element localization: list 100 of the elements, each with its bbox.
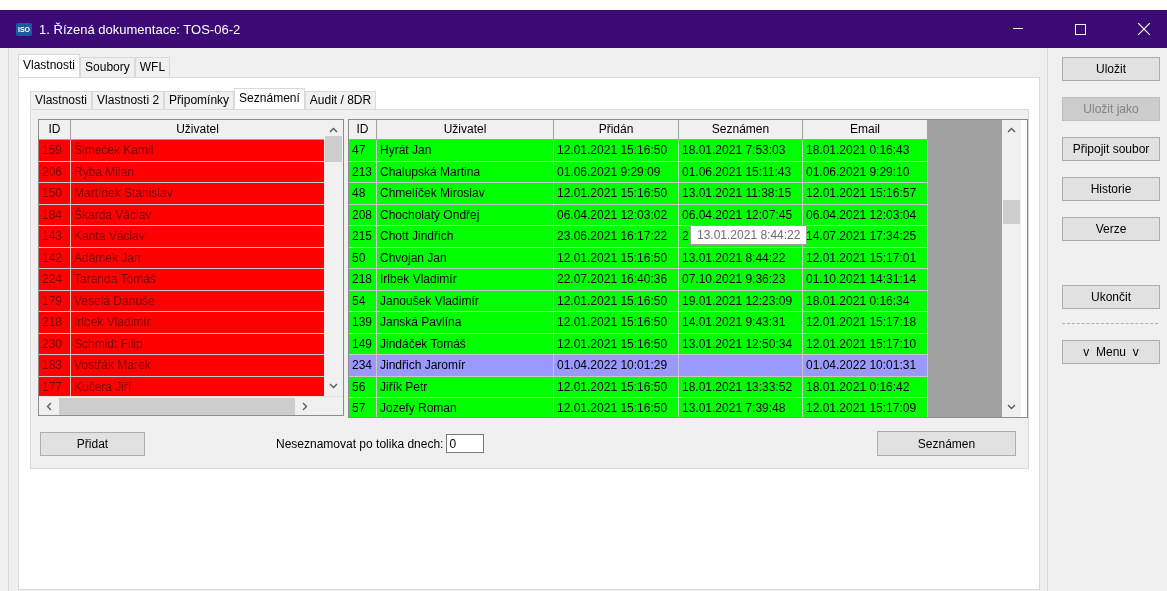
vertical-scrollbar[interactable] (324, 120, 343, 396)
scrollbar-thumb[interactable] (1003, 200, 1020, 224)
table-cell: 13.01.2021 7:39:48 (679, 398, 803, 417)
table-cell: Irlbek Vladimír (377, 269, 554, 291)
window-title: 1. Řízená dokumentace: TOS-06-2 (39, 21, 241, 37)
table-cell: 208 (349, 204, 377, 226)
table-cell: 218 (39, 312, 71, 334)
table-cell: 12.01.2021 15:16:50 (554, 183, 679, 205)
column-header[interactable]: Uživatel (377, 120, 554, 140)
table-cell: Jindáček Tomáš (377, 333, 554, 355)
column-header[interactable]: Přidán (554, 120, 679, 140)
table-cell: 01.10.2021 14:31:14 (803, 269, 928, 291)
table-cell: 213 (349, 161, 377, 183)
table-cell: 14.07.2021 17:34:25 (803, 226, 928, 248)
scrollbar-thumb[interactable] (325, 136, 343, 162)
table-cell: 159 (39, 140, 71, 162)
column-header[interactable]: Uživatel (71, 120, 325, 140)
tab[interactable]: Vlastnosti 2 (92, 91, 165, 109)
table-cell: 01.04.2022 10:01:31 (803, 355, 928, 377)
table-cell: 179 (39, 290, 71, 312)
table-cell: 12.01.2021 15:17:18 (803, 312, 928, 334)
maximize-icon[interactable] (1075, 23, 1086, 35)
table-cell: 13.01.2021 11:38:15 (679, 183, 803, 205)
table-cell: Taranda Tomáš (71, 269, 325, 291)
side-button[interactable]: Verze (1062, 217, 1160, 241)
horizontal-scrollbar[interactable] (39, 396, 343, 415)
table-cell: 57 (349, 398, 377, 417)
table-cell: 18.01.2021 0:16:34 (803, 290, 928, 312)
table-cell: Irlbek Vladimír (71, 312, 325, 334)
table-cell: 12.01.2021 15:16:50 (554, 312, 679, 334)
table-cell: 18.01.2021 7:53:03 (679, 140, 803, 162)
tab[interactable]: Vlastnosti (18, 54, 81, 77)
table-cell: 142 (39, 247, 71, 269)
scroll-up-icon[interactable] (1007, 127, 1016, 133)
table-cell: Janoušek Vladimír (377, 290, 554, 312)
exit-button[interactable]: Ukončit (1062, 285, 1160, 309)
table-cell: 12.01.2021 15:17:01 (803, 247, 928, 269)
tab[interactable]: Audit / 8DR (304, 91, 377, 109)
table-cell: 14.01.2021 9:43:31 (679, 312, 803, 334)
table-cell: Jiřík Petr (377, 376, 554, 398)
table-cell: 12.01.2021 15:16:50 (554, 247, 679, 269)
table-cell: Jozefy Roman (377, 398, 554, 417)
scroll-right-icon[interactable] (302, 401, 308, 411)
table-cell: 12.01.2021 15:16:50 (554, 398, 679, 417)
table-cell: 18.01.2021 13:33:52 (679, 376, 803, 398)
table-cell: 12.01.2021 15:16:57 (803, 183, 928, 205)
tooltip: 13.01.2021 8:44:22 (690, 225, 808, 245)
table-cell: 56 (349, 376, 377, 398)
table-cell: Šimeček Kamil (71, 140, 325, 162)
table-cell: Kanta Václav (71, 226, 325, 248)
tab[interactable]: WFL (134, 57, 171, 77)
table-cell: 215 (349, 226, 377, 248)
side-button[interactable]: Připojit soubor (1062, 137, 1160, 161)
column-header[interactable]: ID (349, 120, 377, 140)
close-icon[interactable] (1138, 23, 1150, 35)
table-cell: 01.04.2022 10:01:29 (554, 355, 679, 377)
tab[interactable]: Soubory (80, 57, 135, 77)
table-cell: 234 (349, 355, 377, 377)
table-cell: 218 (349, 269, 377, 291)
table-cell: 18.01.2021 0:16:43 (803, 140, 928, 162)
days-label: Neseznamovat po tolika dnech: (276, 436, 444, 451)
table-cell: Hyrát Jan (377, 140, 554, 162)
table-cell: 150 (39, 183, 71, 205)
table-cell: 12.01.2021 15:16:50 (554, 290, 679, 312)
tab[interactable]: Vlastnosti (30, 91, 93, 109)
scroll-down-icon[interactable] (329, 383, 339, 389)
scroll-down-icon[interactable] (1007, 404, 1016, 410)
tab[interactable]: Seznámení (234, 88, 305, 109)
table-cell: 13.01.2021 12:50:34 (679, 333, 803, 355)
table-cell: Chalupská Martina (377, 161, 554, 183)
table-cell: Ryba Milan (71, 161, 325, 183)
scroll-up-icon[interactable] (329, 127, 339, 133)
table-cell: 12.01.2021 15:16:50 (554, 376, 679, 398)
column-header[interactable]: ID (39, 120, 71, 140)
side-button[interactable]: Historie (1062, 177, 1160, 201)
acknowledge-button[interactable]: Seznámen (877, 431, 1016, 456)
days-input-field[interactable]: 0 (446, 434, 485, 453)
add-button[interactable]: Přidat (40, 431, 145, 456)
side-button[interactable]: Uložit (1062, 57, 1160, 81)
table-cell: 50 (349, 247, 377, 269)
table-cell: 183 (39, 355, 71, 377)
column-header[interactable]: Seznámen (679, 120, 803, 140)
table-cell: 139 (349, 312, 377, 334)
scrollbar-thumb[interactable] (59, 397, 295, 415)
table-cell: 12.01.2021 15:16:50 (554, 140, 679, 162)
menu-button[interactable]: v Menu v (1062, 340, 1160, 364)
tab[interactable]: Připomínky (164, 91, 235, 109)
column-header[interactable]: Email (803, 120, 928, 140)
table-cell: 19.01.2021 12:23:09 (679, 290, 803, 312)
table-cell: 01.06.2021 15:11:43 (679, 161, 803, 183)
table-cell: Janská Pavlína (377, 312, 554, 334)
table-cell: Chmelíček Miroslav (377, 183, 554, 205)
table-cell: 18.01.2021 0:16:42 (803, 376, 928, 398)
scroll-left-icon[interactable] (46, 401, 52, 411)
vertical-scrollbar[interactable] (1002, 120, 1021, 417)
table-cell: 06.04.2021 12:03:02 (554, 204, 679, 226)
table-cell: Jindřich Jaromír (377, 355, 554, 377)
table-cell: Adámek Jan (71, 247, 325, 269)
minimize-icon[interactable] (1013, 28, 1023, 30)
table-cell: 01.06.2021 9:29:10 (803, 161, 928, 183)
